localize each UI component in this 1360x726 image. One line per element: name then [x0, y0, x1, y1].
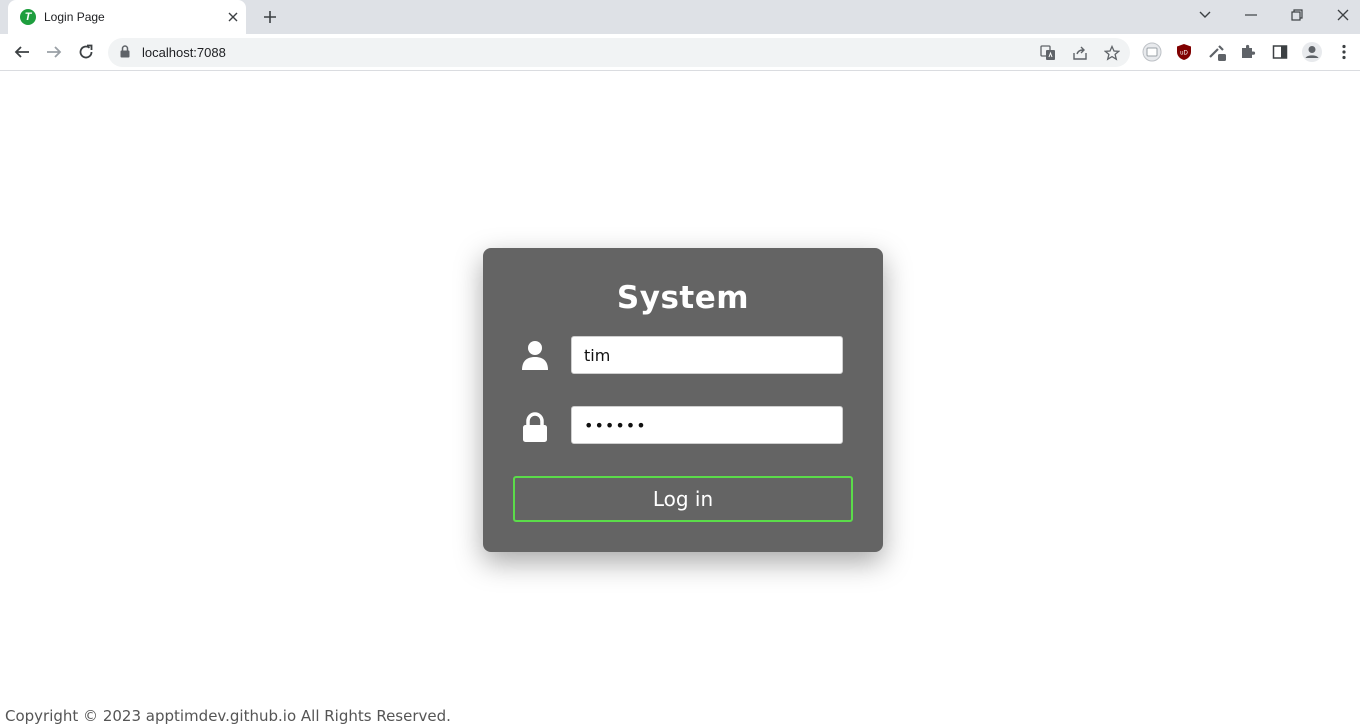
footer-copyright: Copyright © 2023 apptimdev.github.io All… — [5, 707, 451, 725]
page-title: System — [616, 280, 750, 316]
password-field[interactable] — [571, 406, 843, 444]
new-tab-plus-icon[interactable] — [259, 6, 281, 28]
profile-icon[interactable] — [1301, 41, 1323, 63]
translate-icon[interactable] — [1038, 43, 1058, 63]
eyedropper-icon[interactable] — [1206, 41, 1228, 63]
login-button[interactable]: Log in — [513, 476, 853, 522]
tab-search-chevron-icon[interactable] — [1192, 4, 1218, 26]
browser-toolbar: localhost:7088 uD — [0, 34, 1360, 71]
share-icon[interactable] — [1070, 43, 1090, 63]
kebab-menu-icon[interactable] — [1333, 41, 1355, 63]
tab-login-page[interactable]: T Login Page — [8, 0, 246, 34]
tab-strip: T Login Page — [0, 0, 1360, 34]
back-icon[interactable] — [10, 40, 34, 64]
window-close-icon[interactable] — [1330, 4, 1356, 26]
user-icon — [521, 339, 549, 371]
reload-icon[interactable] — [74, 40, 98, 64]
login-card: System Log in — [483, 248, 883, 552]
svg-text:uD: uD — [1180, 51, 1188, 57]
address-bar[interactable]: localhost:7088 — [108, 38, 1130, 67]
puzzle-icon[interactable] — [1237, 41, 1259, 63]
star-icon[interactable] — [1102, 43, 1122, 63]
ublock-icon[interactable]: uD — [1173, 41, 1195, 63]
restore-icon[interactable] — [1284, 4, 1310, 26]
username-field[interactable] — [571, 336, 843, 374]
minimize-icon[interactable] — [1238, 4, 1264, 26]
extension-icon[interactable] — [1141, 41, 1163, 63]
tab-title: Login Page — [44, 10, 105, 24]
url-text: localhost:7088 — [142, 45, 226, 60]
lock-icon — [521, 411, 549, 443]
site-favicon-icon: T — [20, 9, 36, 25]
forward-icon[interactable] — [42, 40, 66, 64]
lock-icon[interactable] — [120, 45, 130, 63]
tab-close-icon[interactable] — [224, 8, 242, 26]
sidepanel-icon[interactable] — [1269, 41, 1291, 63]
